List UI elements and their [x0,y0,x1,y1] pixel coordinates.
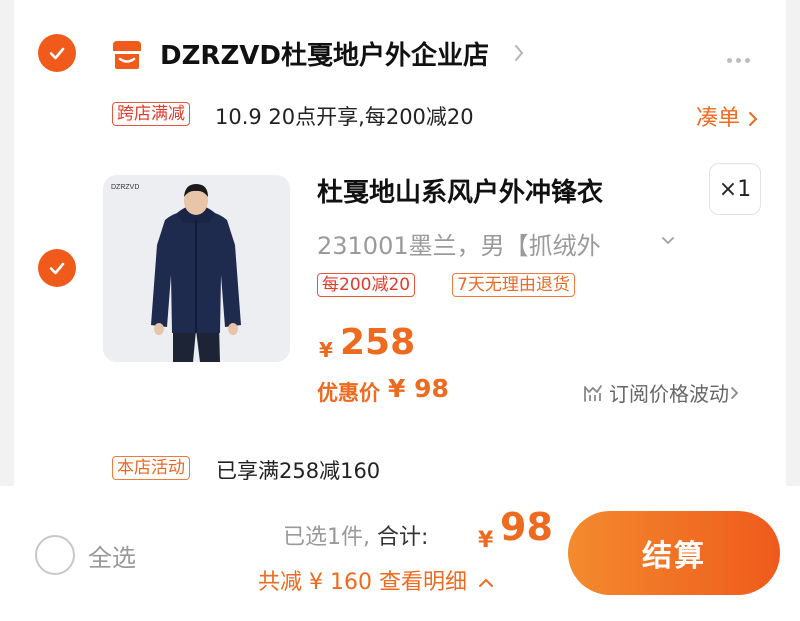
chevron-right-icon [749,112,758,126]
chevron-down-icon[interactable] [661,236,675,246]
cou-dan-link[interactable]: 凑单 [696,100,759,132]
total-value: 98 [500,505,553,549]
selection-summary: 已选1件, 合计: [283,519,428,551]
saved-text: 共减 ¥ 160 查看明细 [258,570,467,595]
total-currency: ¥ [478,528,494,553]
check-icon [49,47,65,60]
product-title[interactable]: 杜戛地山系风户外冲锋衣 [317,172,603,209]
return-policy-tag: 7天无理由退货 [452,273,575,297]
store-icon [113,41,141,69]
more-icon[interactable] [727,48,757,63]
check-icon [49,262,65,275]
product-image[interactable]: DZRZVD [103,175,290,362]
select-all-label[interactable]: 全选 [88,538,136,573]
cou-dan-label: 凑单 [696,106,741,131]
discount-tag: 每200减20 [317,273,416,297]
store-name[interactable]: DZRZVD杜戛地户外企业店 [160,35,489,72]
activity-text: 已享满258减160 [216,459,381,483]
quantity-selector[interactable]: ×1 [709,163,761,215]
saved-details-link[interactable]: 共减 ¥ 160 查看明细 [258,564,494,596]
selected-count: 已选1件, [283,525,370,550]
subscribe-label: 订阅价格波动 [609,382,729,406]
discount-price-value: ¥ 98 [388,374,449,403]
sku-selector[interactable]: 231001墨兰，男【抓绒外 [317,226,601,261]
price-chart-icon [584,384,602,402]
image-brand-logo: DZRZVD [111,184,139,191]
item-select-checkbox[interactable] [38,249,76,287]
total-label: 合计: [377,525,429,550]
product-price: 258 [340,322,416,363]
price-currency: ¥ [319,338,333,362]
chevron-up-icon [478,578,493,587]
chevron-right-icon [731,386,739,399]
cross-store-promo-tag: 跨店满减 [112,102,190,126]
subscribe-price-button[interactable]: 订阅价格波动 [583,378,745,407]
discount-price-label: 优惠价 [317,381,380,405]
store-activity-tag: 本店活动 [112,456,190,480]
chevron-right-icon[interactable] [512,42,526,64]
promo-text: 10.9 20点开享,每200减20 [215,105,474,129]
select-all-radio[interactable] [35,535,75,575]
jacket-model-image: DZRZVD [103,175,290,362]
checkout-button[interactable]: 结算 [568,511,780,595]
store-select-checkbox[interactable] [38,34,76,72]
